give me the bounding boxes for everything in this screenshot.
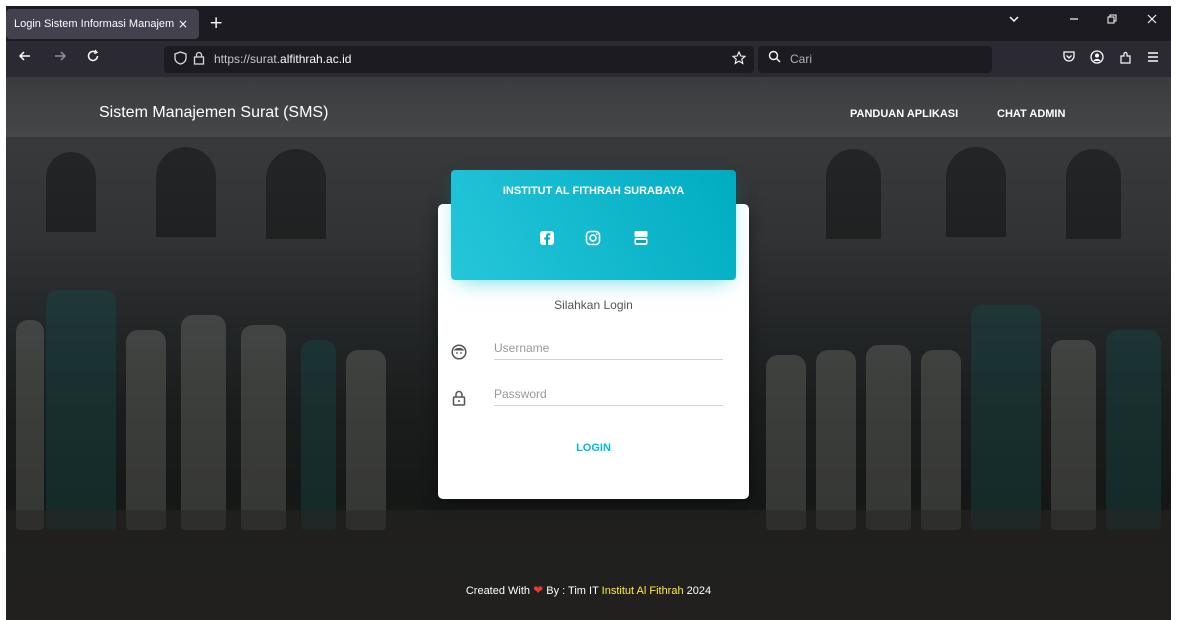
background-arch	[266, 149, 326, 239]
login-subtitle: Silahkan Login	[554, 298, 633, 312]
background-figure	[866, 345, 911, 530]
login-card-header: INSTITUT AL FITHRAH SURABAYA	[451, 170, 736, 280]
background-arch	[156, 147, 216, 237]
background-figure	[766, 355, 806, 530]
search-placeholder: Cari	[790, 52, 813, 66]
new-tab-button[interactable]: +	[209, 13, 223, 33]
navigation-bar: https://surat.alfithrah.ac.id Cari	[6, 41, 1171, 77]
background-figure	[301, 340, 336, 530]
background-figure	[1051, 340, 1096, 530]
footer-institution-link[interactable]: Institut Al Fithrah	[602, 585, 684, 597]
tab-strip: Login Sistem Informasi Manajemen × +	[6, 6, 1171, 41]
background-arch	[826, 149, 881, 239]
footer-by: By : Tim IT	[546, 585, 599, 597]
background-arch	[46, 152, 96, 232]
background-figure	[126, 330, 166, 530]
background-figure	[1106, 330, 1161, 530]
youtube-icon[interactable]	[633, 230, 649, 246]
footer-prefix: Created With	[465, 585, 531, 597]
close-window-icon[interactable]	[1146, 13, 1158, 29]
bookmark-star-icon[interactable]	[731, 50, 747, 69]
heart-icon: ❤	[533, 583, 544, 597]
brand-title[interactable]: Sistem Manajemen Surat (SMS)	[99, 104, 328, 122]
url-bar[interactable]: https://surat.alfithrah.ac.id	[164, 46, 754, 73]
search-icon	[768, 50, 781, 67]
url-text[interactable]: https://surat.alfithrah.ac.id	[214, 52, 351, 66]
menu-icon[interactable]	[1146, 50, 1160, 68]
page-viewport: Sistem Manajemen Surat (SMS) PANDUAN APL…	[6, 77, 1171, 620]
browser-tab[interactable]: Login Sistem Informasi Manajemen ×	[6, 9, 199, 39]
background-figure	[181, 315, 226, 530]
close-tab-icon[interactable]: ×	[178, 17, 188, 31]
forward-icon[interactable]	[53, 49, 67, 67]
background-figure	[921, 350, 961, 530]
lock-icon	[451, 390, 467, 406]
background-ground	[6, 510, 1171, 620]
background-figure	[971, 305, 1041, 530]
browser-window: Login Sistem Informasi Manajemen × + htt…	[6, 6, 1171, 620]
login-button[interactable]: LOGIN	[546, 435, 641, 461]
background-figure	[46, 290, 116, 530]
password-input[interactable]	[494, 382, 723, 406]
account-icon[interactable]	[1090, 50, 1104, 68]
shield-icon[interactable]	[174, 51, 187, 69]
card-title: INSTITUT AL FITHRAH SURABAYA	[502, 185, 685, 197]
back-icon[interactable]	[18, 49, 32, 67]
facebook-icon[interactable]	[539, 230, 555, 246]
reload-icon[interactable]	[86, 49, 100, 67]
nav-chat-admin[interactable]: CHAT ADMIN	[997, 108, 1065, 120]
footer-year: 2024	[686, 585, 712, 597]
user-face-icon	[451, 344, 467, 360]
url-domain: alfithrah.ac.id	[280, 52, 352, 66]
restore-icon[interactable]	[1106, 13, 1118, 29]
background-arch	[946, 147, 1006, 237]
background-figure	[16, 320, 44, 530]
background-arch	[1066, 149, 1121, 239]
background-figure	[346, 350, 386, 530]
instagram-icon[interactable]	[585, 230, 601, 246]
nav-panduan-aplikasi[interactable]: PANDUAN APLIKASI	[850, 108, 958, 120]
tab-list-chevron-icon[interactable]	[1008, 13, 1020, 29]
tab-title: Login Sistem Informasi Manajemen	[14, 18, 174, 30]
footer: Created With ❤ By : Tim IT Institut Al F…	[6, 583, 1171, 597]
background-figure	[241, 325, 286, 530]
search-bar[interactable]: Cari	[758, 46, 992, 73]
pocket-icon[interactable]	[1062, 50, 1076, 68]
username-input[interactable]	[494, 336, 723, 360]
minimize-icon[interactable]	[1068, 13, 1080, 29]
extensions-icon[interactable]	[1118, 50, 1132, 68]
background-figure	[816, 350, 856, 530]
lock-icon[interactable]	[193, 51, 205, 69]
url-prefix: https://surat.	[214, 52, 281, 66]
